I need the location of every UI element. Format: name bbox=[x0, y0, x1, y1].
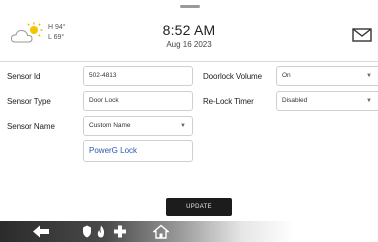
fire-icon[interactable] bbox=[96, 224, 106, 239]
sensor-name-value: Custom Name bbox=[89, 122, 131, 129]
doorlock-volume-label: Doorlock Volume bbox=[203, 72, 262, 81]
sensor-name-label: Sensor Name bbox=[7, 122, 55, 131]
chevron-down-icon: ▼ bbox=[180, 123, 186, 129]
relock-timer-value: Disabled bbox=[282, 97, 308, 104]
update-button[interactable]: UPDATE bbox=[166, 198, 232, 216]
current-date: Aug 16 2023 bbox=[166, 40, 212, 49]
sensor-type-field[interactable]: Door Lock bbox=[83, 91, 193, 111]
pull-down-handle[interactable] bbox=[180, 5, 200, 8]
sensor-edit-screen: H 94° L 69° 8:52 AM Aug 16 2023 Sensor I… bbox=[0, 0, 378, 242]
shield-icon[interactable] bbox=[82, 224, 92, 239]
sensor-name-select[interactable]: Custom Name ▼ bbox=[83, 116, 193, 136]
bottom-navbar bbox=[0, 221, 378, 242]
sensor-id-field[interactable]: 502-4813 bbox=[83, 66, 193, 86]
home-icon[interactable] bbox=[153, 224, 169, 239]
doorlock-volume-select[interactable]: On ▼ bbox=[276, 66, 378, 86]
chevron-down-icon: ▼ bbox=[366, 73, 372, 79]
medical-cross-icon[interactable] bbox=[113, 224, 127, 239]
chevron-down-icon: ▼ bbox=[366, 98, 372, 104]
power-name-value: PowerG Lock bbox=[89, 146, 138, 155]
power-name-field[interactable]: PowerG Lock bbox=[83, 140, 193, 162]
status-header: H 94° L 69° 8:52 AM Aug 16 2023 bbox=[0, 0, 378, 62]
sensor-type-label: Sensor Type bbox=[7, 97, 51, 106]
doorlock-volume-value: On bbox=[282, 72, 291, 79]
back-arrow-icon[interactable] bbox=[32, 224, 50, 239]
relock-timer-select[interactable]: Disabled ▼ bbox=[276, 91, 378, 111]
sensor-type-value: Door Lock bbox=[89, 97, 119, 104]
current-time: 8:52 AM bbox=[162, 22, 216, 38]
sensor-id-label: Sensor Id bbox=[7, 72, 41, 81]
relock-timer-label: Re-Lock Timer bbox=[203, 97, 254, 106]
sensor-id-value: 502-4813 bbox=[89, 72, 117, 79]
envelope-icon[interactable] bbox=[352, 28, 372, 42]
